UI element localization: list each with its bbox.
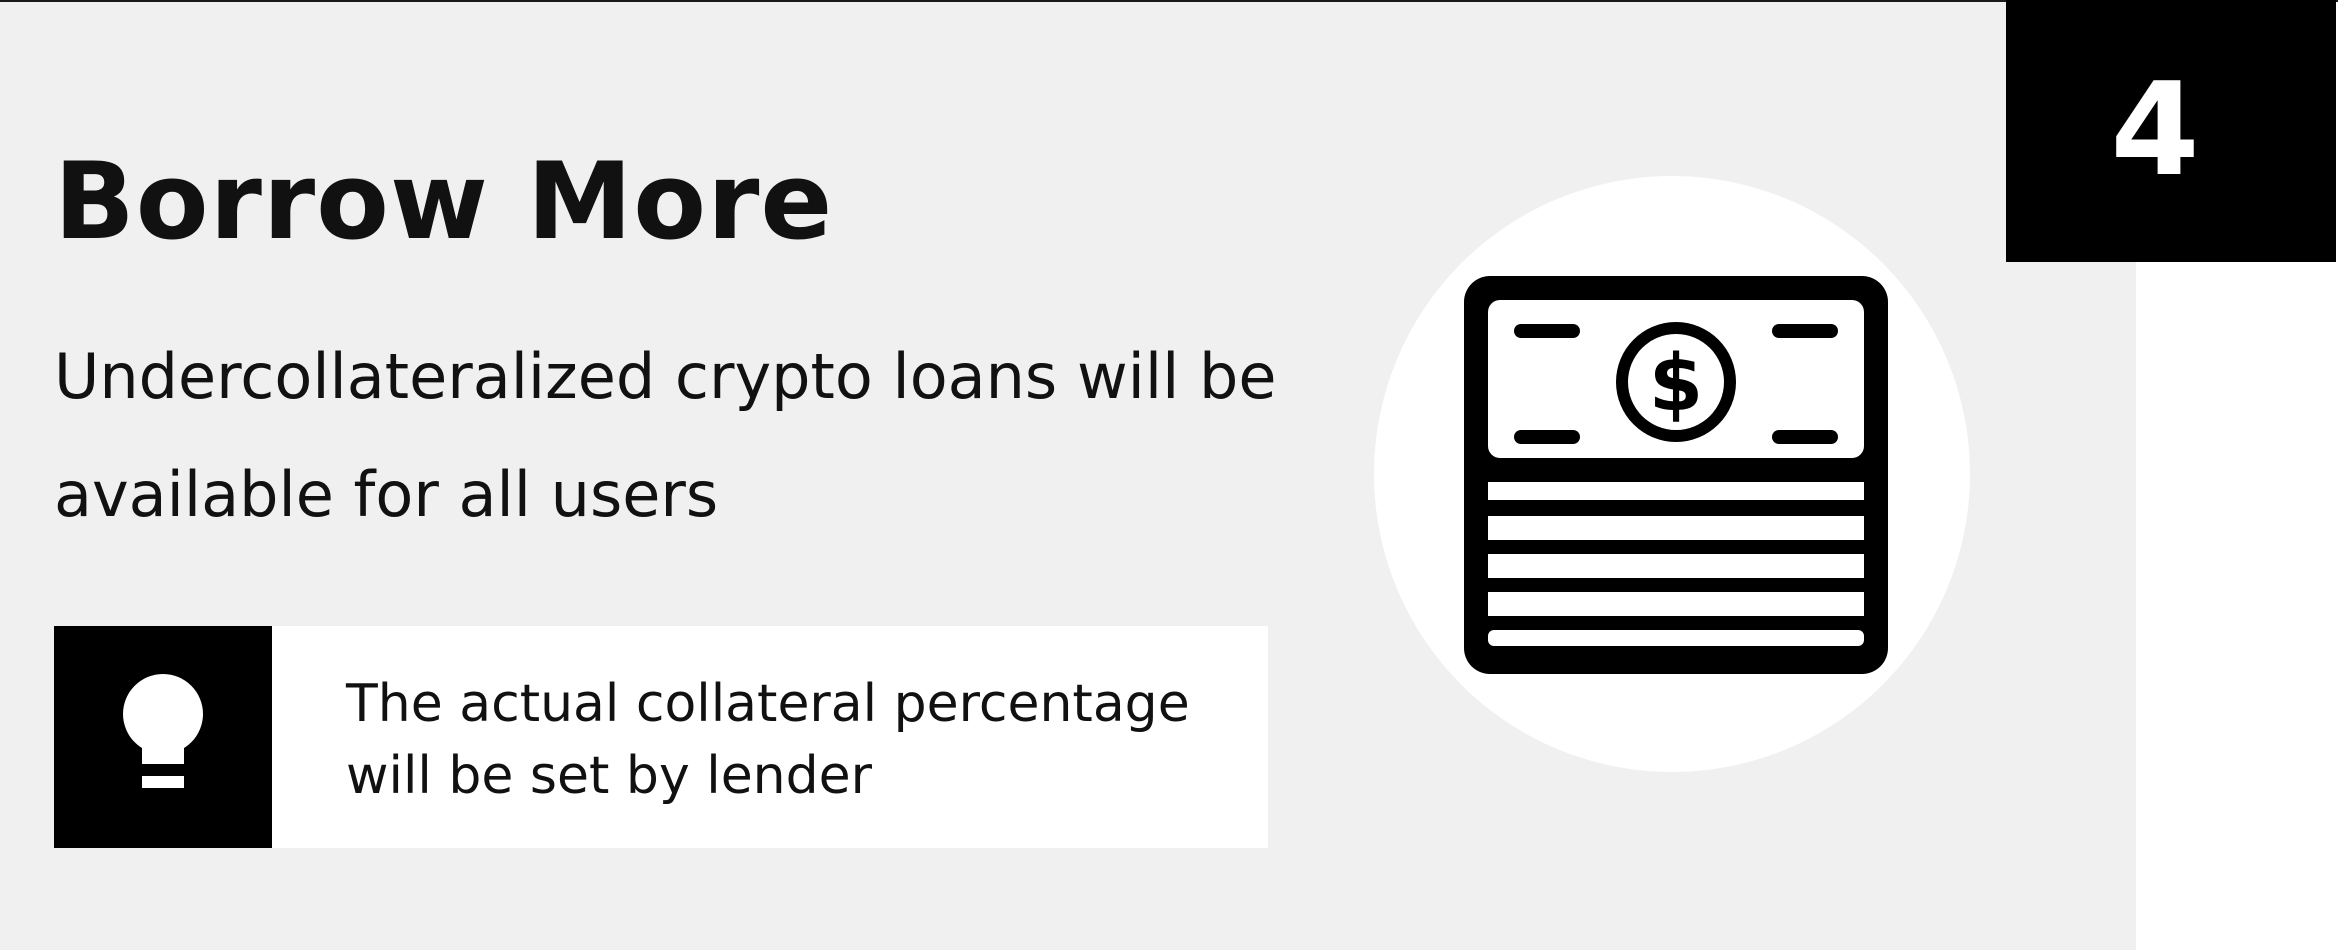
lightbulb-icon bbox=[123, 674, 203, 788]
slide-subtitle: Undercollateralized crypto loans will be… bbox=[54, 340, 1277, 531]
tip-text: The actual collateral percentage will be… bbox=[346, 674, 1190, 806]
svg-text:$: $ bbox=[1649, 339, 1703, 429]
money-stack-icon: $ bbox=[1464, 276, 1888, 674]
tip-icon-box bbox=[54, 626, 272, 848]
tip-callout: The actual collateral percentage will be… bbox=[54, 626, 1268, 848]
slide: 4 Borrow More Undercollateralized crypto… bbox=[0, 0, 2338, 950]
illustration-circle: $ bbox=[1374, 176, 1970, 772]
slide-number-badge: 4 bbox=[2006, 0, 2336, 262]
slide-number: 4 bbox=[2110, 56, 2200, 205]
slide-title: Borrow More bbox=[54, 140, 834, 263]
